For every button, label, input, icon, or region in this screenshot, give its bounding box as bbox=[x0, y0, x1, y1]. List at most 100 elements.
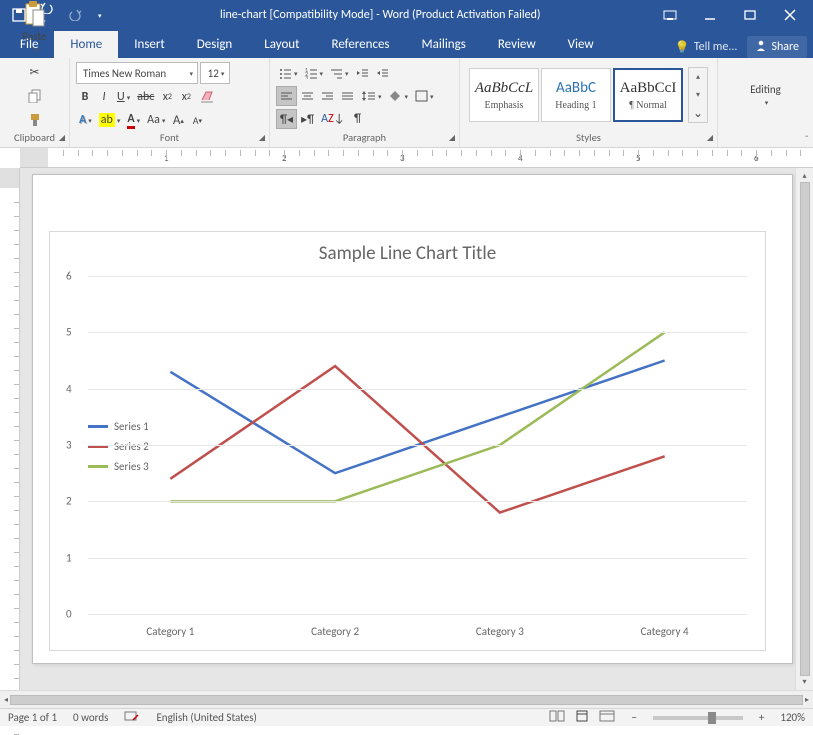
style-caption: ¶ Normal bbox=[629, 100, 667, 111]
scroll-left-icon[interactable]: ◂ bbox=[4, 696, 8, 704]
tab-review[interactable]: Review bbox=[482, 31, 552, 58]
redo-icon[interactable] bbox=[68, 9, 82, 21]
shrink-font-button[interactable]: A▾ bbox=[188, 110, 206, 130]
align-center-button[interactable] bbox=[298, 86, 317, 106]
bulb-icon: 💡 bbox=[675, 40, 690, 55]
page: Sample Line Chart Title Series 1Series 2… bbox=[32, 174, 793, 664]
web-layout-icon[interactable] bbox=[599, 710, 615, 725]
ribbon-tabs: File Home Insert Design Layout Reference… bbox=[0, 30, 813, 58]
grow-font-button[interactable]: A▴ bbox=[169, 110, 187, 130]
collapse-ribbon-icon[interactable]: ˆ bbox=[805, 133, 809, 146]
rtl-button[interactable]: ▸¶ bbox=[298, 109, 317, 129]
font-size-combo[interactable]: 12▾ bbox=[200, 62, 230, 84]
styles-dialog-launcher[interactable]: ◢ bbox=[707, 133, 713, 143]
borders-button[interactable]: ▾ bbox=[412, 86, 437, 106]
share-label: Share bbox=[771, 40, 799, 54]
styles-scroll-up[interactable]: ▴ bbox=[689, 68, 707, 86]
strikethrough-button[interactable]: abc bbox=[134, 87, 157, 107]
tab-view[interactable]: View bbox=[552, 31, 610, 58]
horizontal-ruler[interactable]: 123456 bbox=[20, 148, 813, 168]
tab-insert[interactable]: Insert bbox=[118, 31, 181, 58]
word-count-status[interactable]: 0 words bbox=[73, 711, 108, 724]
print-layout-icon[interactable] bbox=[575, 710, 589, 725]
copy-icon[interactable] bbox=[25, 86, 45, 106]
justify-button[interactable] bbox=[338, 86, 357, 106]
spellcheck-icon[interactable] bbox=[124, 710, 140, 725]
zoom-in-button[interactable]: + bbox=[759, 711, 764, 724]
format-painter-icon[interactable] bbox=[25, 110, 45, 130]
scroll-up-icon[interactable]: ▴ bbox=[802, 172, 806, 180]
multilevel-list-button[interactable]: ▾ bbox=[327, 63, 352, 83]
style-normal[interactable]: AaBbCcI¶ Normal bbox=[613, 68, 683, 122]
styles-more[interactable]: ⌄ bbox=[689, 104, 707, 122]
minimize-icon[interactable] bbox=[699, 4, 721, 26]
font-size-value: 12 bbox=[208, 67, 219, 80]
style-heading1[interactable]: AaBbCHeading 1 bbox=[541, 68, 611, 122]
title-bar: ▾ ▾ line-chart [Compatibility Mode] - Wo… bbox=[0, 0, 813, 30]
page-number-status[interactable]: Page 1 of 1 bbox=[8, 711, 57, 724]
font-name-value: Times New Roman bbox=[83, 67, 166, 80]
scroll-thumb[interactable] bbox=[10, 695, 803, 705]
styles-group-label: Styles bbox=[576, 131, 601, 144]
status-bar: Page 1 of 1 0 words English (United Stat… bbox=[0, 708, 813, 726]
style-caption: Heading 1 bbox=[555, 100, 596, 111]
ribbon-options-icon[interactable] bbox=[659, 4, 681, 26]
scroll-thumb[interactable] bbox=[800, 182, 810, 676]
italic-button[interactable]: I bbox=[95, 87, 113, 107]
person-icon bbox=[755, 39, 767, 55]
bold-button[interactable]: B bbox=[76, 87, 94, 107]
vertical-scrollbar[interactable]: ▴ ▾ bbox=[795, 168, 813, 690]
zoom-out-button[interactable]: − bbox=[631, 711, 636, 724]
chart-legend: Series 1Series 2Series 3 bbox=[88, 416, 149, 476]
paste-button[interactable]: Paste ▾ bbox=[16, 0, 54, 58]
increase-indent-button[interactable] bbox=[373, 63, 392, 83]
share-button[interactable]: Share bbox=[747, 36, 807, 58]
editing-button[interactable]: Editing ▾ bbox=[744, 79, 787, 111]
svg-text:3: 3 bbox=[305, 74, 308, 79]
bullets-button[interactable]: ▾ bbox=[276, 63, 301, 83]
clear-format-icon[interactable] bbox=[196, 87, 218, 107]
vertical-ruler[interactable] bbox=[0, 168, 20, 690]
tell-me-search[interactable]: 💡 Tell me... bbox=[675, 40, 738, 55]
cut-icon[interactable]: ✂ bbox=[25, 62, 45, 82]
numbering-button[interactable]: 123▾ bbox=[302, 63, 327, 83]
show-marks-button[interactable]: ¶ bbox=[349, 109, 367, 129]
zoom-slider[interactable] bbox=[653, 716, 743, 720]
tab-references[interactable]: References bbox=[316, 31, 406, 58]
superscript-button[interactable]: x2 bbox=[177, 87, 195, 107]
tab-design[interactable]: Design bbox=[181, 31, 248, 58]
language-status[interactable]: English (United States) bbox=[156, 711, 256, 724]
paste-label: Paste bbox=[23, 30, 47, 43]
scroll-right-icon[interactable]: ▸ bbox=[805, 696, 809, 704]
font-name-combo[interactable]: Times New Roman▾ bbox=[76, 62, 198, 84]
line-spacing-button[interactable]: ▾ bbox=[358, 86, 385, 106]
styles-scroll-down[interactable]: ▾ bbox=[689, 86, 707, 104]
underline-button[interactable]: U▾ bbox=[114, 87, 133, 107]
sort-button[interactable]: AZ↓ bbox=[318, 109, 347, 129]
align-left-button[interactable] bbox=[276, 86, 297, 106]
font-color-icon[interactable]: A▾ bbox=[124, 110, 143, 130]
decrease-indent-button[interactable] bbox=[353, 63, 372, 83]
paragraph-dialog-launcher[interactable]: ◢ bbox=[449, 133, 455, 143]
text-effects-icon[interactable]: A▾ bbox=[76, 110, 95, 130]
maximize-icon[interactable] bbox=[739, 4, 761, 26]
chart-plot-area: Series 1Series 2Series 3 0123456Category… bbox=[88, 276, 747, 614]
subscript-button[interactable]: x2 bbox=[158, 87, 176, 107]
close-icon[interactable] bbox=[779, 4, 801, 26]
scroll-down-icon[interactable]: ▾ bbox=[802, 678, 806, 686]
zoom-level[interactable]: 120% bbox=[780, 711, 805, 724]
align-right-button[interactable] bbox=[318, 86, 337, 106]
ltr-button[interactable]: ¶◂ bbox=[276, 109, 297, 129]
font-dialog-launcher[interactable]: ◢ bbox=[259, 133, 265, 143]
tab-layout[interactable]: Layout bbox=[248, 31, 315, 58]
change-case-button[interactable]: Aa▾ bbox=[144, 110, 168, 130]
horizontal-scrollbar[interactable]: ◂ ▸ bbox=[0, 690, 813, 708]
document-area[interactable]: Sample Line Chart Title Series 1Series 2… bbox=[20, 168, 795, 690]
shading-button[interactable]: ▾ bbox=[386, 86, 412, 106]
clipboard-dialog-launcher[interactable]: ◢ bbox=[59, 133, 65, 143]
tab-mailings[interactable]: Mailings bbox=[406, 31, 482, 58]
highlight-icon[interactable]: ab▾ bbox=[96, 110, 124, 130]
style-emphasis[interactable]: AaBbCcLEmphasis bbox=[469, 68, 539, 122]
chart-object[interactable]: Sample Line Chart Title Series 1Series 2… bbox=[49, 231, 766, 651]
read-mode-icon[interactable] bbox=[549, 710, 565, 725]
